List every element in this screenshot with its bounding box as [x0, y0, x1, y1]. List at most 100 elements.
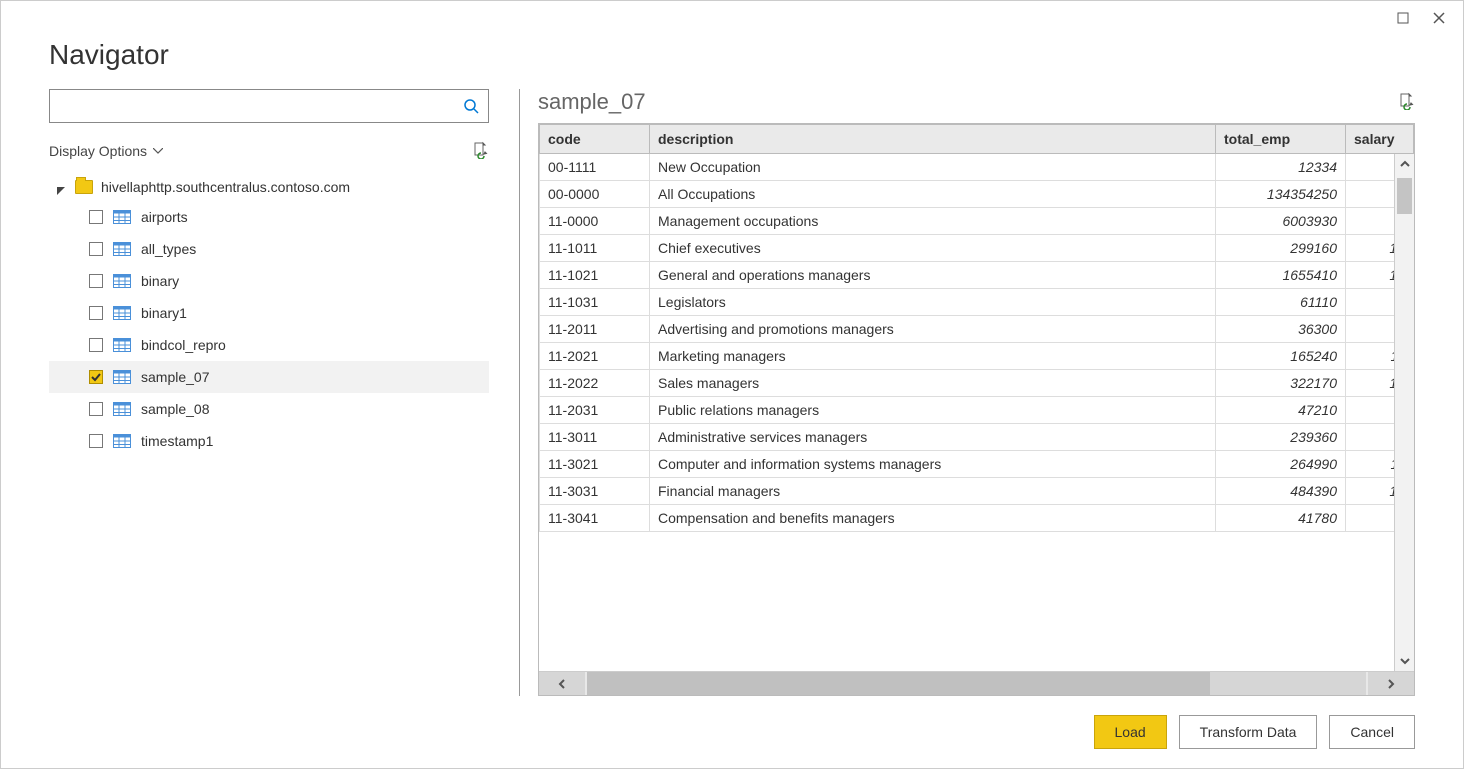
column-header[interactable]: code	[540, 125, 650, 154]
search-icon[interactable]	[454, 98, 488, 114]
cell-total-emp: 165240	[1216, 343, 1346, 370]
cell-total-emp: 12334	[1216, 154, 1346, 181]
column-header[interactable]: total_emp	[1216, 125, 1346, 154]
tree-item-label: sample_08	[141, 401, 210, 417]
preview-grid: codedescriptiontotal_empsalary 00-1111Ne…	[538, 123, 1415, 696]
cell-description: All Occupations	[650, 181, 1216, 208]
cell-description: General and operations managers	[650, 262, 1216, 289]
cell-code: 11-3011	[540, 424, 650, 451]
scroll-up-icon[interactable]	[1395, 154, 1414, 174]
refresh-icon[interactable]	[471, 141, 489, 162]
transform-data-button[interactable]: Transform Data	[1179, 715, 1318, 749]
cell-description: Marketing managers	[650, 343, 1216, 370]
cell-total-emp: 1655410	[1216, 262, 1346, 289]
table-row[interactable]: 00-0000All Occupations1343542504	[540, 181, 1414, 208]
display-options-dropdown[interactable]: Display Options	[49, 143, 163, 159]
close-button[interactable]	[1421, 4, 1457, 32]
column-header[interactable]: description	[650, 125, 1216, 154]
table-row[interactable]: 11-3041Compensation and benefits manager…	[540, 505, 1414, 532]
search-box[interactable]	[49, 89, 489, 123]
table-row[interactable]: 11-2021Marketing managers16524011	[540, 343, 1414, 370]
scroll-right-icon[interactable]	[1368, 672, 1414, 695]
table-row[interactable]: 11-0000Management occupations60039309	[540, 208, 1414, 235]
cell-code: 11-1031	[540, 289, 650, 316]
table-row[interactable]: 11-1011Chief executives29916015	[540, 235, 1414, 262]
table-icon	[113, 370, 131, 384]
tree-item[interactable]: binary	[49, 265, 489, 297]
checkbox[interactable]	[89, 274, 103, 288]
preview-panel: sample_07 codedescriptiontotal_empsalary…	[538, 89, 1415, 696]
folder-icon	[75, 180, 93, 194]
checkbox[interactable]	[89, 210, 103, 224]
window-controls	[1, 1, 1463, 35]
left-panel: Display Options hivellaphttp.southcentra…	[49, 89, 499, 696]
cell-code: 11-1011	[540, 235, 650, 262]
hscroll-thumb[interactable]	[587, 672, 1210, 695]
cell-code: 00-1111	[540, 154, 650, 181]
table-row[interactable]: 11-2022Sales managers32217010	[540, 370, 1414, 397]
table-icon	[113, 210, 131, 224]
search-input[interactable]	[50, 98, 454, 114]
cell-total-emp: 299160	[1216, 235, 1346, 262]
checkbox[interactable]	[89, 370, 103, 384]
table-icon	[113, 306, 131, 320]
panel-divider	[519, 89, 520, 696]
table-icon	[113, 338, 131, 352]
refresh-preview-icon[interactable]	[1397, 92, 1415, 113]
cell-description: Financial managers	[650, 478, 1216, 505]
column-header[interactable]: salary	[1346, 125, 1414, 154]
cell-code: 11-2022	[540, 370, 650, 397]
cell-description: Legislators	[650, 289, 1216, 316]
scroll-down-icon[interactable]	[1395, 651, 1414, 671]
scroll-thumb[interactable]	[1397, 178, 1412, 214]
tree-item[interactable]: sample_07	[49, 361, 489, 393]
table-icon	[113, 242, 131, 256]
cancel-button[interactable]: Cancel	[1329, 715, 1415, 749]
checkbox[interactable]	[89, 402, 103, 416]
cell-total-emp: 6003930	[1216, 208, 1346, 235]
cell-description: Management occupations	[650, 208, 1216, 235]
dialog-footer: Load Transform Data Cancel	[1, 696, 1463, 768]
load-button[interactable]: Load	[1094, 715, 1167, 749]
chevron-down-icon	[153, 148, 163, 154]
cell-code: 00-0000	[540, 181, 650, 208]
navigator-dialog: Navigator Display Options	[0, 0, 1464, 769]
cell-total-emp: 239360	[1216, 424, 1346, 451]
tree-root[interactable]: hivellaphttp.southcentralus.contoso.com	[49, 173, 489, 201]
table-row[interactable]: 11-3011Administrative services managers2…	[540, 424, 1414, 451]
table-row[interactable]: 11-2011Advertising and promotions manage…	[540, 316, 1414, 343]
checkbox[interactable]	[89, 434, 103, 448]
cell-code: 11-3021	[540, 451, 650, 478]
data-table[interactable]: codedescriptiontotal_empsalary 00-1111Ne…	[539, 124, 1414, 532]
tree-item[interactable]: sample_08	[49, 393, 489, 425]
checkbox[interactable]	[89, 338, 103, 352]
vertical-scrollbar[interactable]	[1394, 154, 1414, 671]
checkbox[interactable]	[89, 306, 103, 320]
cell-code: 11-0000	[540, 208, 650, 235]
table-row[interactable]: 11-3031Financial managers48439010	[540, 478, 1414, 505]
tree-item-label: binary1	[141, 305, 187, 321]
table-icon	[113, 402, 131, 416]
table-row[interactable]: 11-3021Computer and information systems …	[540, 451, 1414, 478]
table-row[interactable]: 00-1111New Occupation12334	[540, 154, 1414, 181]
cell-total-emp: 264990	[1216, 451, 1346, 478]
tree-item[interactable]: binary1	[49, 297, 489, 329]
checkbox[interactable]	[89, 242, 103, 256]
table-row[interactable]: 11-2031Public relations managers472109	[540, 397, 1414, 424]
tree-item-label: all_types	[141, 241, 196, 257]
expand-icon[interactable]	[57, 182, 67, 192]
maximize-button[interactable]	[1385, 4, 1421, 32]
table-row[interactable]: 11-1021General and operations managers16…	[540, 262, 1414, 289]
scroll-left-icon[interactable]	[539, 672, 585, 695]
dialog-title: Navigator	[1, 35, 1463, 89]
table-icon	[113, 274, 131, 288]
horizontal-scrollbar[interactable]	[539, 671, 1414, 695]
table-row[interactable]: 11-1031Legislators611103	[540, 289, 1414, 316]
cell-code: 11-2031	[540, 397, 650, 424]
cell-description: Chief executives	[650, 235, 1216, 262]
tree-item[interactable]: all_types	[49, 233, 489, 265]
tree-item[interactable]: timestamp1	[49, 425, 489, 457]
tree-item[interactable]: airports	[49, 201, 489, 233]
tree-item[interactable]: bindcol_repro	[49, 329, 489, 361]
cell-code: 11-1021	[540, 262, 650, 289]
